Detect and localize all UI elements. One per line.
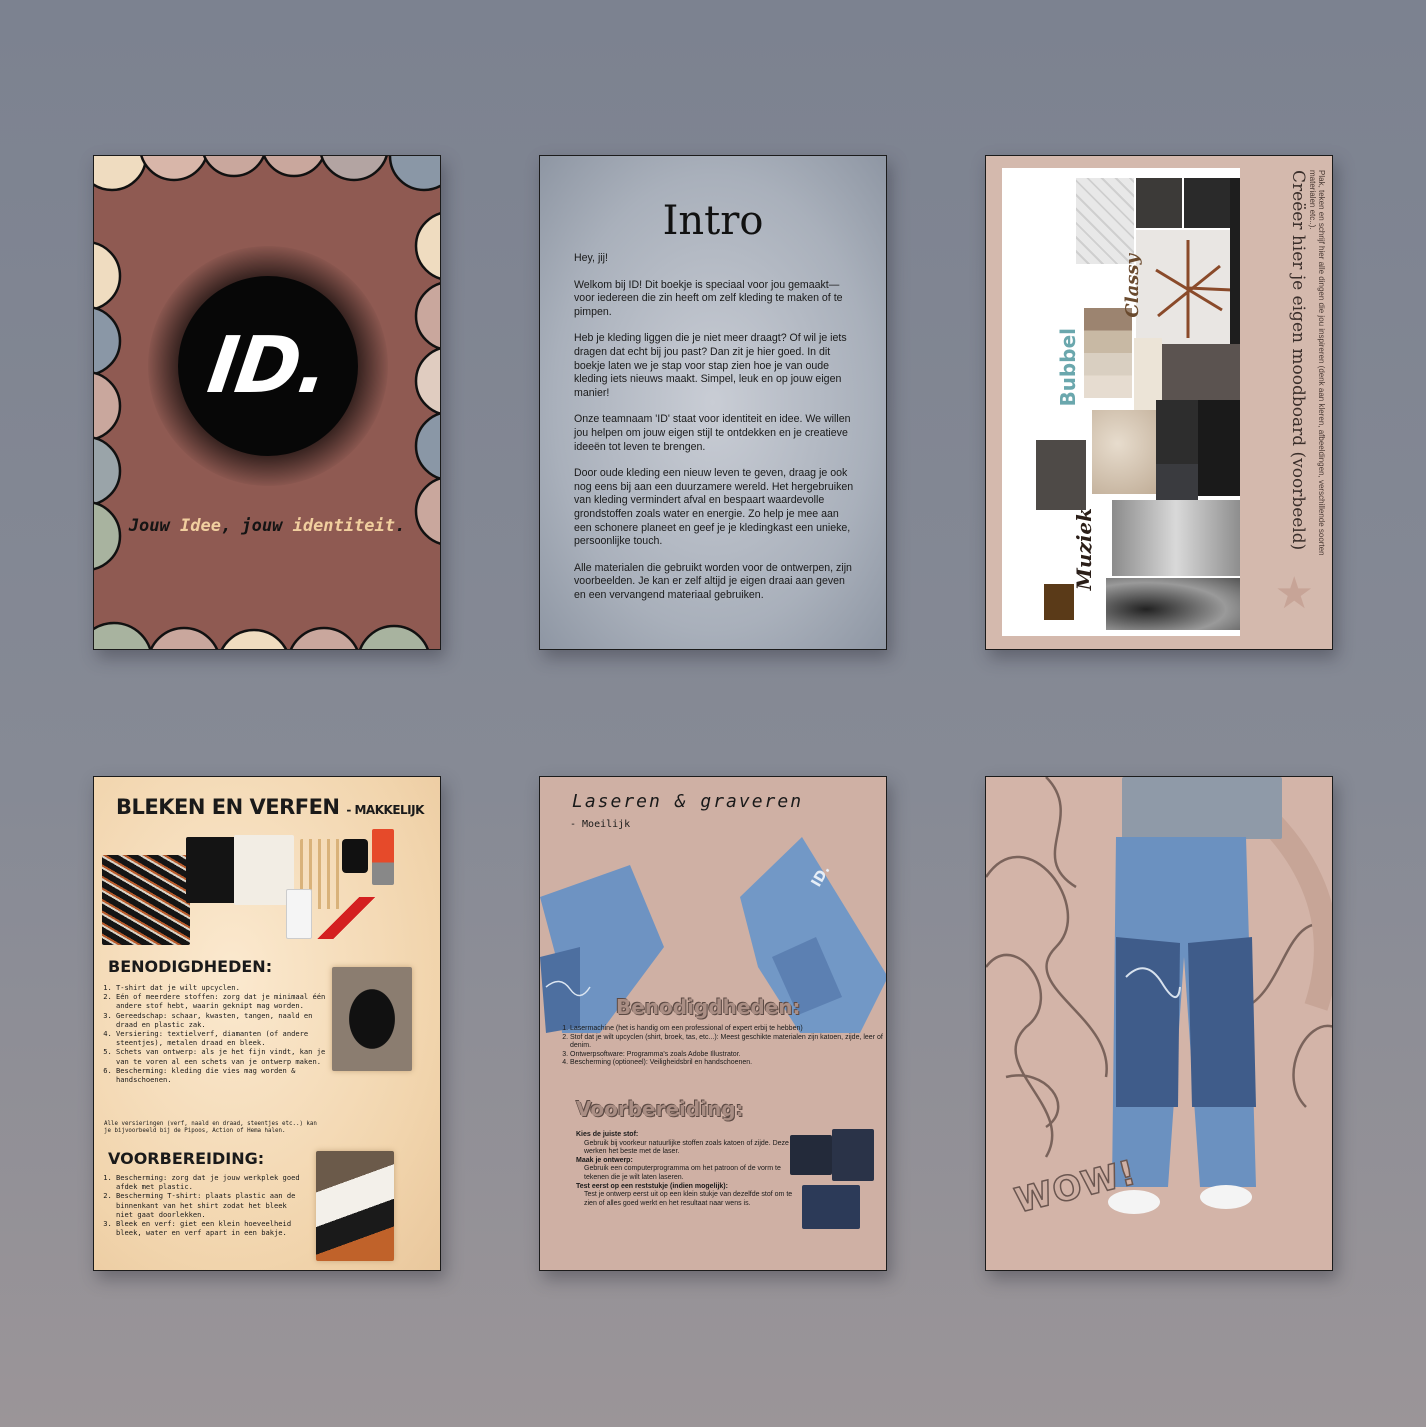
laseren-prep-detail: Gebruik een computerprogramma om het pat… bbox=[584, 1165, 781, 1181]
needs-heading: BENODIGDHEDEN: bbox=[108, 957, 273, 976]
intro-title: Intro bbox=[662, 198, 764, 244]
patterned-shirt-image bbox=[102, 855, 190, 945]
scissors-image bbox=[316, 897, 382, 939]
moodboard-subtitle: Plak, teken en schrijf hier alle dingen … bbox=[1308, 170, 1326, 556]
laseren-needs-item: Stof dat je wilt upcyclen (shirt, broek,… bbox=[570, 1034, 886, 1051]
tagline-part: Jouw bbox=[128, 516, 180, 536]
moodboard-word-classy: Classy bbox=[1122, 254, 1143, 318]
jeans-image bbox=[1198, 400, 1240, 496]
prep-item: Bescherming: zorg dat je jouw werkplek g… bbox=[116, 1173, 306, 1191]
laseren-prep-step: Kies de juiste stof: bbox=[576, 1131, 802, 1140]
intro-paragraph: Heb je kleding liggen die je niet meer d… bbox=[574, 332, 847, 399]
room-image bbox=[1162, 344, 1240, 400]
intro-paragraph: Door oude kleding een nieuw leven te gev… bbox=[574, 467, 854, 548]
bleken-title-text: BLEKEN EN VERFEN bbox=[116, 795, 340, 819]
step-label: Maak je ontwerp: bbox=[576, 1156, 633, 1164]
laseren-prep-detail: Test je ontwerp eerst uit op een klein s… bbox=[584, 1191, 793, 1207]
album-image bbox=[1044, 584, 1074, 620]
needs-item: Eén of meerdere stoffen: zorg dat je min… bbox=[116, 992, 338, 1010]
bleken-title: BLEKEN EN VERFEN - MAKKELIJK bbox=[116, 795, 424, 819]
laseren-needs-heading: Benodigdheden: bbox=[616, 995, 801, 1019]
retail-note: Alle versieringen (verf, naald en draad,… bbox=[104, 1121, 317, 1135]
laseren-title: Laseren & graveren bbox=[572, 791, 804, 812]
denim-swatch-3 bbox=[802, 1185, 860, 1229]
bleach-bottle-image bbox=[286, 889, 312, 939]
star-icon: ★ bbox=[1274, 568, 1314, 619]
laseren-needs-item: Bescherming (optioneel): Veiligheidsbril… bbox=[570, 1059, 886, 1068]
cover-page: ID. Jouw Idee, jouw identiteit. bbox=[93, 155, 441, 650]
intro-body: Hey, jij! Welkom bij ID! Dit boekje is s… bbox=[574, 252, 856, 615]
id-logo: ID. bbox=[178, 276, 358, 456]
tagline-highlight: identiteit bbox=[292, 516, 395, 536]
white-shirt-image bbox=[234, 835, 294, 905]
wow-page: WOW! bbox=[985, 776, 1333, 1271]
black-shirt-image bbox=[186, 837, 236, 903]
needs-item: T-shirt dat je wilt upcyclen. bbox=[116, 983, 338, 992]
fur-texture-image bbox=[1092, 410, 1156, 494]
logo-text: ID. bbox=[202, 321, 334, 411]
laseren-prep-step: Maak je ontwerp: bbox=[576, 1157, 802, 1166]
moodboard-word-muziek: Muziek bbox=[1072, 508, 1096, 591]
pliers-image bbox=[372, 829, 394, 885]
prep-heading: VOORBEREIDING: bbox=[108, 1149, 265, 1168]
moodboard-word-bubbel: Bubbel bbox=[1056, 328, 1080, 407]
prep-list: Bescherming: zorg dat je jouw werkplek g… bbox=[102, 1173, 306, 1237]
intro-paragraph: Welkom bij ID! Dit boekje is speciaal vo… bbox=[574, 278, 843, 318]
quilted-fabric-image bbox=[1076, 178, 1134, 264]
bag-image bbox=[1156, 400, 1198, 464]
tree-image bbox=[1230, 178, 1240, 348]
wire-sculpture-image bbox=[1155, 240, 1233, 338]
prep-item: Bescherming T-shirt: plaats plastic aan … bbox=[116, 1191, 306, 1219]
intro-page: Intro Hey, jij! Welkom bij ID! Dit boekj… bbox=[539, 155, 887, 650]
moodboard-title: Creëer hier je eigen moodboard (voorbeel… bbox=[1288, 170, 1308, 551]
laseren-level: - Moeilijk bbox=[570, 819, 631, 830]
laseren-page: Laseren & graveren - Moeilijk ID. Benodi… bbox=[539, 776, 887, 1271]
abstract-image bbox=[1106, 578, 1240, 630]
prep-item: Bleek en verf: giet een klein hoeveelhei… bbox=[116, 1219, 306, 1237]
black-shirt-photo bbox=[332, 967, 412, 1071]
tagline-highlight: Idee bbox=[179, 516, 221, 536]
tagline-part: . bbox=[394, 516, 406, 536]
laseren-needs-list: Lasermachine (het is handig om een profe… bbox=[556, 1025, 886, 1068]
needs-item: Schets van ontwerp: als je het fijn vind… bbox=[116, 1047, 338, 1065]
laseren-prep-heading: Voorbereiding: bbox=[576, 1097, 744, 1121]
intro-paragraph: Alle materialen die gebruikt worden voor… bbox=[574, 561, 852, 601]
laseren-needs-item: Lasermachine (het is handig om een profe… bbox=[570, 1025, 886, 1034]
laseren-prep-list: Kies de juiste stof: Gebruik bij voorkeu… bbox=[566, 1131, 802, 1208]
needs-item: Bescherming: kleding die vies mag worden… bbox=[116, 1066, 338, 1084]
needs-list: T-shirt dat je wilt upcyclen. Eén of mee… bbox=[102, 983, 338, 1084]
paint-jar-image bbox=[342, 839, 368, 873]
tagline: Jouw Idee, jouw identiteit. bbox=[94, 516, 440, 536]
intro-paragraph: Onze teamnaam 'ID' staat voor identiteit… bbox=[574, 413, 851, 453]
chain-bag-image bbox=[1112, 500, 1240, 576]
bleken-page: BLEKEN EN VERFEN - MAKKELIJK BENODIGDHED… bbox=[93, 776, 441, 1271]
laseren-prep-detail: Gebruik bij voorkeur natuurlijke stoffen… bbox=[584, 1139, 789, 1156]
interior-image bbox=[1036, 440, 1086, 510]
laseren-needs-item: Ontwerpsoftware: Programma's zoals Adobe… bbox=[570, 1051, 886, 1060]
moodboard-frame: Classy Bubbel Muziek bbox=[1002, 168, 1240, 636]
bleken-level: - MAKKELIJK bbox=[346, 803, 424, 817]
denim-swatch-2 bbox=[832, 1129, 874, 1181]
needs-item: Versiering: textielverf, diamanten (of a… bbox=[116, 1029, 338, 1047]
bleach-process-photo bbox=[316, 1151, 394, 1261]
intro-paragraph: Hey, jij! bbox=[574, 252, 608, 264]
swatch-card-image bbox=[1084, 308, 1132, 398]
laseren-prep-step: Test eerst op een reststukje (indien mog… bbox=[576, 1183, 802, 1192]
outfit-image bbox=[1136, 178, 1182, 228]
tagline-part: , jouw bbox=[220, 516, 293, 536]
needs-item: Gereedschap: schaar, kwasten, tangen, na… bbox=[116, 1011, 338, 1029]
step-label: Kies de juiste stof: bbox=[576, 1131, 639, 1138]
moodboard-page: Classy Bubbel Muziek Creëer hier je eige… bbox=[985, 155, 1333, 650]
step-label: Test eerst op een reststukje (indien mog… bbox=[576, 1182, 728, 1190]
denim-swatch-1 bbox=[790, 1135, 832, 1175]
